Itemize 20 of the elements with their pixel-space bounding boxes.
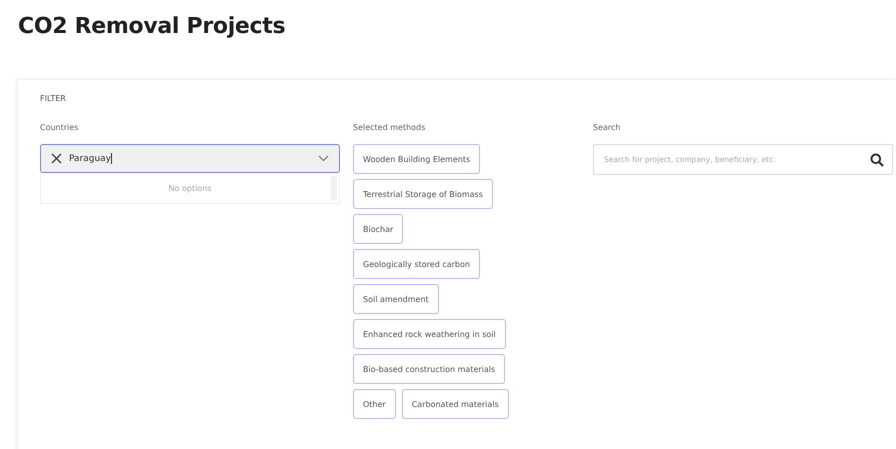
methods-label: Selected methods [353,123,426,132]
chevron-down-icon[interactable] [318,155,329,162]
method-chip[interactable]: Terrestrial Storage of Biomass [353,179,493,209]
search-icon[interactable] [870,153,884,167]
filter-heading: FILTER [40,94,67,103]
clear-icon[interactable] [51,153,62,164]
method-chip[interactable]: Carbonated materials [402,389,509,419]
page-title: CO2 Removal Projects [18,14,286,39]
countries-label: Countries [40,123,80,132]
method-chip[interactable]: Wooden Building Elements [353,144,480,174]
method-chip[interactable]: Biochar [353,214,404,244]
country-value: Paraguay [69,154,112,164]
method-chip[interactable]: Bio-based construction materials [353,354,506,384]
method-chip[interactable]: Geologically stored carbon [353,249,480,279]
no-options-message: No options [168,184,212,192]
method-chip[interactable]: Soil amendment [353,284,439,314]
countries-select[interactable]: Paraguay [40,144,340,173]
search-label: Search [593,123,622,132]
method-chip[interactable]: Enhanced rock weathering in soil [353,319,506,349]
method-chip[interactable]: Other [353,389,396,419]
